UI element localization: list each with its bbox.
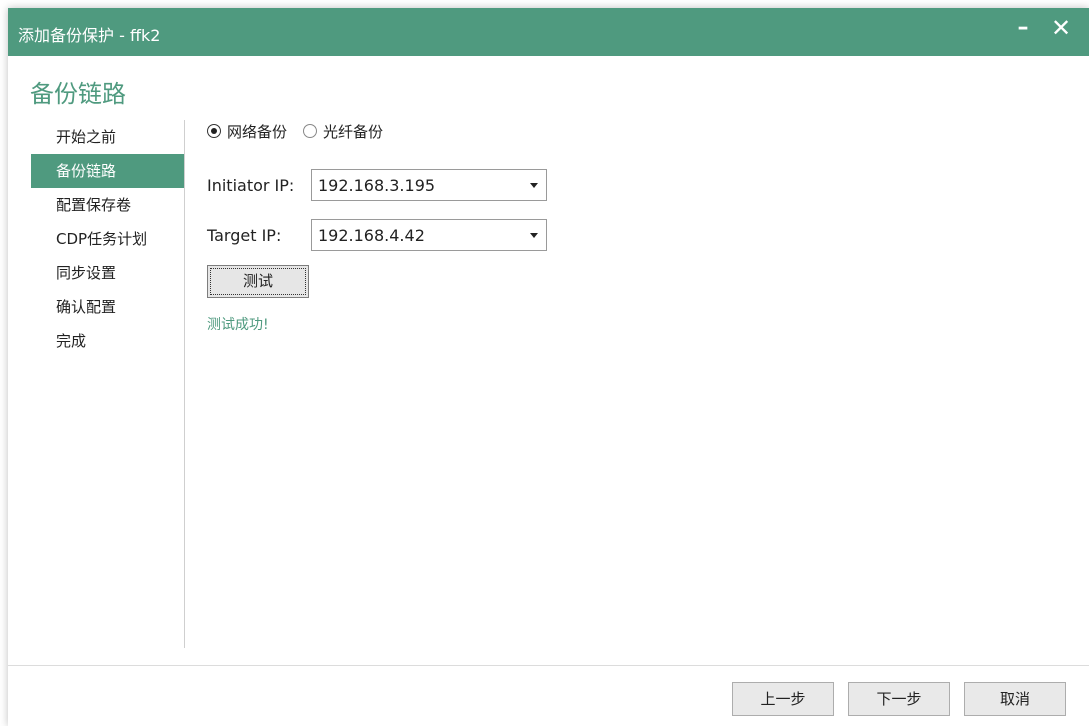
nav-item-cdp-schedule[interactable]: CDP任务计划 <box>31 222 185 256</box>
window-title: 添加备份保护 - ffk2 <box>18 26 161 45</box>
radio-fiber-backup[interactable]: 光纤备份 <box>303 121 383 142</box>
initiator-ip-select[interactable]: 192.168.3.195 <box>311 169 547 201</box>
test-result-status: 测试成功! <box>207 317 269 333</box>
next-button[interactable]: 下一步 <box>848 682 950 716</box>
radio-network-backup-label: 网络备份 <box>227 122 288 141</box>
target-ip-label: Target IP: <box>207 226 282 245</box>
wizard-window: 添加备份保护 - ffk2 – ✕ 备份链路 开始之前 备份链路 配置保存卷 C… <box>8 8 1089 726</box>
minimize-icon[interactable]: – <box>1009 14 1037 42</box>
test-button[interactable]: 测试 <box>207 265 309 298</box>
chevron-down-icon <box>530 233 538 238</box>
nav-item-config-volume[interactable]: 配置保存卷 <box>31 188 185 222</box>
test-button-label: 测试 <box>210 268 306 295</box>
backup-type-group: 网络备份 光纤备份 <box>207 120 399 142</box>
cancel-button[interactable]: 取消 <box>964 682 1066 716</box>
page-title: 备份链路 <box>30 80 126 108</box>
target-ip-value: 192.168.4.42 <box>318 226 425 245</box>
nav-item-finish[interactable]: 完成 <box>31 324 185 358</box>
radio-fiber-backup-label: 光纤备份 <box>323 122 384 141</box>
nav-item-confirm-config[interactable]: 确认配置 <box>31 290 185 324</box>
nav-item-sync-settings[interactable]: 同步设置 <box>31 256 185 290</box>
radio-checked-icon <box>207 124 221 138</box>
initiator-ip-label: Initiator IP: <box>207 176 295 195</box>
title-bar: 添加备份保护 - ffk2 – ✕ <box>8 8 1089 56</box>
vertical-divider <box>184 120 185 648</box>
radio-unchecked-icon <box>303 124 318 138</box>
close-icon[interactable]: ✕ <box>1047 14 1075 42</box>
prev-button[interactable]: 上一步 <box>732 682 834 716</box>
nav-item-backup-link[interactable]: 备份链路 <box>31 154 185 188</box>
radio-network-backup[interactable]: 网络备份 <box>207 121 287 142</box>
initiator-ip-value: 192.168.3.195 <box>318 176 436 195</box>
chevron-down-icon <box>530 183 538 188</box>
target-ip-select[interactable]: 192.168.4.42 <box>311 219 547 251</box>
wizard-steps-nav: 开始之前 备份链路 配置保存卷 CDP任务计划 同步设置 确认配置 完成 <box>31 120 185 358</box>
footer-divider <box>8 665 1089 666</box>
nav-item-before-start[interactable]: 开始之前 <box>31 120 185 154</box>
